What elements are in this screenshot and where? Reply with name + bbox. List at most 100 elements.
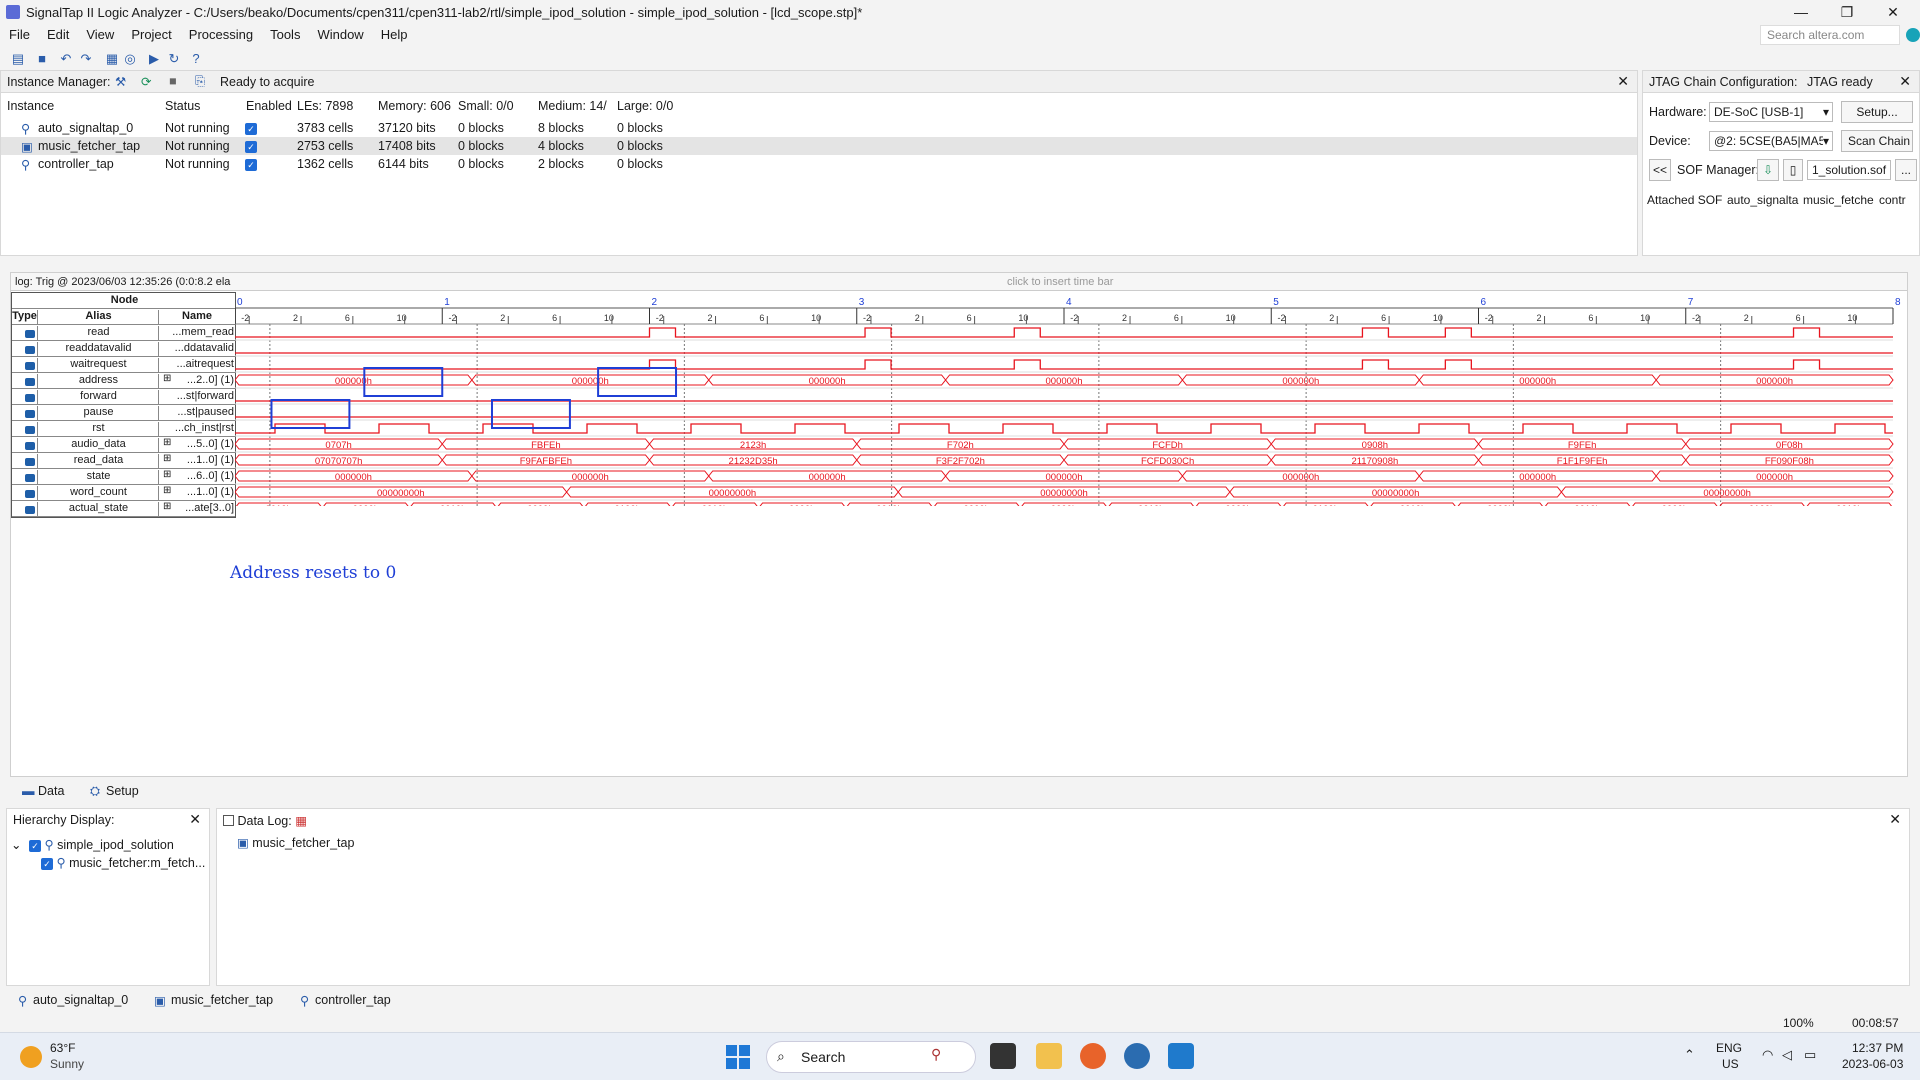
data-log-icon[interactable]: ▦ (295, 814, 307, 828)
col-small: Small: 0/0 (458, 99, 514, 113)
menu-window[interactable]: Window (308, 24, 371, 42)
tab-controller[interactable]: controller_tap (315, 993, 391, 1007)
menu-edit[interactable]: Edit (38, 24, 77, 42)
minimize-button[interactable]: — (1778, 0, 1824, 24)
windows-start-icon[interactable] (726, 1045, 750, 1069)
view-tabs: ▬ Data ⛭ Setup (10, 782, 310, 804)
signal-waveform-waitrequest[interactable] (235, 359, 1893, 370)
expand-icon[interactable]: ⊞ (163, 469, 171, 480)
signal-row[interactable]: read ...mem_read (12, 325, 235, 341)
data-log-close-icon[interactable]: ✕ (1889, 811, 1901, 828)
firefox-icon[interactable] (1080, 1043, 1106, 1069)
signal-row[interactable]: readdatavalid ...ddatavalid (12, 341, 235, 357)
menu-project[interactable]: Project (122, 24, 179, 42)
instance-row[interactable]: ⚲ controller_tap Not running ✓ 1362 cell… (1, 155, 1637, 173)
signal-row[interactable]: address ...2..0] (1) ⊞ (12, 373, 235, 389)
signal-row[interactable]: rst ...ch_inst|rst (12, 421, 235, 437)
battery-icon[interactable]: ▭ (1804, 1047, 1816, 1063)
tree-item[interactable]: ⌄ ✓ ⚲ simple_ipod_solution (11, 837, 174, 852)
setup-button[interactable]: Setup... (1841, 101, 1913, 123)
tab-data[interactable]: Data (38, 784, 64, 798)
wifi-icon[interactable]: ◠ (1762, 1047, 1773, 1063)
signal-row[interactable]: waitrequest ...aitrequest (12, 357, 235, 373)
menu-processing[interactable]: Processing (180, 24, 261, 42)
check-icon: ✓ (245, 141, 257, 153)
taskbar-search[interactable]: ⌕ Search ⚲ (766, 1041, 976, 1073)
help-icon[interactable]: ? (188, 51, 204, 67)
run-icon[interactable]: ⟳ (141, 74, 151, 89)
expand-icon[interactable]: ⊞ (163, 437, 171, 448)
instance-settings-icon[interactable]: ⚒ (115, 74, 126, 89)
expand-icon[interactable]: ⊞ (163, 501, 171, 512)
sof-options-icon[interactable]: ▯ (1783, 159, 1803, 181)
chevron-down-icon[interactable]: ⌄ (11, 838, 21, 852)
check-icon[interactable]: ✓ (41, 858, 53, 870)
stop-icon[interactable]: ■ (169, 74, 177, 88)
expand-icon[interactable]: ⊞ (163, 485, 171, 496)
menu-view[interactable]: View (77, 24, 122, 42)
hierarchy-close-icon[interactable]: ✕ (189, 811, 201, 828)
volume-icon[interactable]: ◁ (1782, 1047, 1792, 1063)
chevron-up-icon[interactable]: ⌃ (1684, 1047, 1695, 1063)
device-select[interactable]: @2: 5CSE(BA5|MA5 ▾ (1709, 131, 1833, 151)
restore-button[interactable]: ❐ (1824, 0, 1870, 24)
binoculars-icon[interactable]: ◎ (122, 51, 138, 67)
new-file-icon[interactable]: ▤ (10, 51, 26, 67)
expand-icon[interactable]: ⊞ (163, 373, 171, 384)
signal-waveform-rst[interactable] (235, 423, 1893, 434)
expand-icon[interactable]: ⊞ (163, 453, 171, 464)
signal-row[interactable]: pause ...st|paused (12, 405, 235, 421)
weather-icon[interactable] (20, 1046, 42, 1068)
waveform-display[interactable]: 0 -2 2 6 10 1 -2 2 6 10 2 -2 2 6 10 3 -2 2 6 10 4 -2 2 6 10 5 -2 2 6… (235, 292, 1908, 506)
data-log-item[interactable]: ▣ music_fetcher_tap (237, 835, 354, 850)
browse-sof-button[interactable]: ... (1895, 159, 1917, 181)
vscode-icon[interactable] (1168, 1043, 1194, 1069)
signal-waveform-read[interactable] (235, 327, 1893, 338)
instance-row[interactable]: ▣ music_fetcher_tap Not running ✓ 2753 c… (1, 137, 1637, 155)
collapse-button[interactable]: << (1649, 159, 1671, 181)
hardware-select[interactable]: DE-SoC [USB-1] ▾ (1709, 102, 1833, 122)
region-code[interactable]: US (1722, 1057, 1739, 1071)
search-go-icon[interactable] (1906, 28, 1920, 42)
close-button[interactable]: ✕ (1870, 0, 1916, 24)
insert-time-bar-hint[interactable]: click to insert time bar (1007, 276, 1113, 288)
tab-setup[interactable]: Setup (106, 784, 139, 798)
signal-row[interactable]: forward ...st|forward (12, 389, 235, 405)
scan-chain-button[interactable]: Scan Chain (1841, 130, 1913, 152)
data-log-checkbox[interactable] (223, 815, 234, 826)
signal-name: ...ddatavalid (174, 342, 234, 354)
menu-help[interactable]: Help (372, 24, 416, 42)
menu-file[interactable]: File (0, 24, 38, 42)
menu-tools[interactable]: Tools (261, 24, 308, 42)
clock-time[interactable]: 12:37 PM (1852, 1041, 1903, 1055)
save-icon[interactable]: ■ (34, 51, 50, 67)
program-device-icon[interactable]: ⇩ (1757, 159, 1779, 181)
signal-row[interactable]: actual_state ...ate[3..0] ⊞ (12, 501, 235, 517)
undo-icon[interactable]: ↶ (58, 51, 74, 67)
signal-row[interactable]: state ...6..0] (1) ⊞ (12, 469, 235, 485)
bus-value-actual_state: 0100b (1749, 504, 1775, 506)
autorun-icon[interactable]: ↻ (166, 51, 182, 67)
clock-date[interactable]: 2023-06-03 (1842, 1057, 1903, 1071)
quartus-app-icon[interactable] (1124, 1043, 1150, 1069)
file-explorer-icon[interactable] (1036, 1043, 1062, 1069)
search-altera-input[interactable]: Search altera.com (1760, 25, 1900, 45)
tree-item[interactable]: ✓ ⚲ music_fetcher:m_fetch... (41, 855, 205, 870)
signal-row[interactable]: audio_data ...5..0] (1) ⊞ (12, 437, 235, 453)
redo-icon[interactable]: ↷ (78, 51, 94, 67)
check-icon[interactable]: ✓ (28, 840, 41, 852)
tab-music-fetcher[interactable]: music_fetcher_tap (171, 993, 273, 1007)
task-view-icon[interactable] (990, 1043, 1016, 1069)
read-data-icon[interactable]: ⎘ (195, 74, 205, 89)
language-code[interactable]: ENG (1716, 1041, 1742, 1055)
run-analysis-icon[interactable]: ▶ (146, 51, 162, 67)
sub-tick-label: -2 (241, 313, 249, 323)
instance-row[interactable]: ⚲ auto_signaltap_0 Not running ✓ 3783 ce… (1, 119, 1637, 137)
instance-manager-close-icon[interactable]: ✕ (1617, 73, 1629, 90)
grid-icon[interactable]: ▦ (104, 51, 120, 67)
sof-file-field[interactable]: 1_solution.sof (1807, 160, 1891, 180)
signal-row[interactable]: word_count ...1..0] (1) ⊞ (12, 485, 235, 501)
jtag-close-icon[interactable]: ✕ (1899, 73, 1911, 90)
signal-row[interactable]: read_data ...1..0] (1) ⊞ (12, 453, 235, 469)
tab-auto-signaltap[interactable]: auto_signaltap_0 (33, 993, 128, 1007)
